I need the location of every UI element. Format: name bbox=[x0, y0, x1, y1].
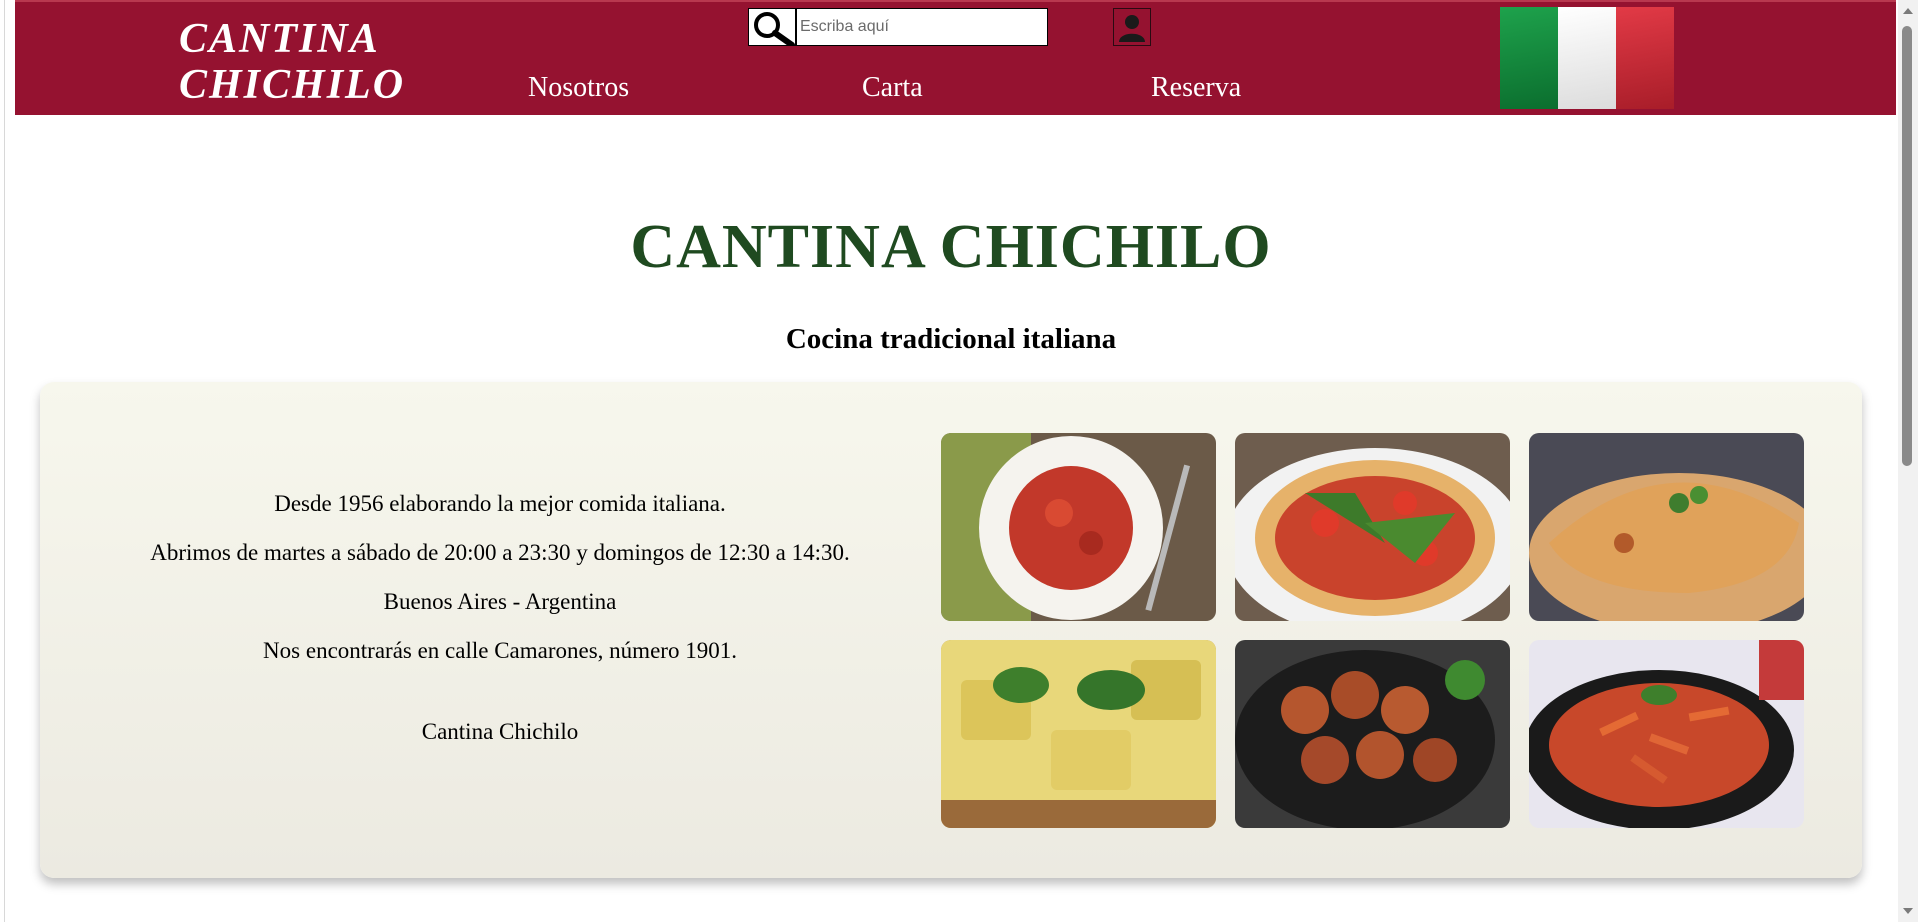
info-card: Desde 1956 elaborando la mejor comida it… bbox=[40, 382, 1862, 878]
search-bar bbox=[748, 8, 1048, 46]
calzone-photo bbox=[1529, 433, 1804, 621]
user-icon bbox=[1119, 15, 1145, 42]
italy-flag[interactable] bbox=[1500, 7, 1674, 109]
spaghetti-photo bbox=[941, 433, 1216, 621]
nav-nosotros[interactable]: Nosotros bbox=[528, 72, 629, 104]
address-text: Nos encontrarás en calle Camarones, núme… bbox=[263, 638, 737, 663]
user-account-button[interactable] bbox=[1113, 8, 1151, 46]
signature-text: Cantina Chichilo bbox=[421, 719, 579, 744]
vertical-scrollbar[interactable] bbox=[1898, 0, 1918, 922]
logo-line-1: CANTINA bbox=[179, 16, 380, 62]
logo-line-2: CHICHILO bbox=[179, 62, 406, 108]
hours-text: Abrimos de martes a sábado de 20:00 a 23… bbox=[150, 540, 850, 565]
meatballs-photo bbox=[1235, 640, 1510, 828]
search-button[interactable] bbox=[748, 8, 796, 46]
ravioli-photo bbox=[941, 640, 1216, 828]
location-text: Buenos Aires - Argentina bbox=[383, 589, 617, 614]
page-subtitle: Cocina tradicional italiana bbox=[785, 323, 1117, 355]
scroll-up-arrow-icon[interactable] bbox=[1903, 8, 1913, 14]
info-text: Desde 1956 elaborando la mejor comida it… bbox=[130, 490, 870, 767]
nav-carta[interactable]: Carta bbox=[862, 72, 923, 104]
nav-reserva[interactable]: Reserva bbox=[1151, 72, 1241, 104]
since-text: Desde 1956 elaborando la mejor comida it… bbox=[274, 491, 726, 516]
search-input[interactable] bbox=[796, 8, 1048, 46]
site-logo[interactable]: CANTINA CHICHILO bbox=[179, 16, 405, 108]
page-title: CANTINA CHICHILO bbox=[630, 213, 1272, 281]
top-navbar: CANTINA CHICHILO Nosotros Carta Reserva bbox=[15, 0, 1896, 115]
pizza-arugula-photo bbox=[1235, 433, 1510, 621]
penne-photo bbox=[1529, 640, 1804, 828]
scroll-down-arrow-icon[interactable] bbox=[1903, 908, 1913, 914]
scrollbar-thumb[interactable] bbox=[1902, 26, 1912, 466]
magnifier-icon bbox=[754, 12, 795, 46]
